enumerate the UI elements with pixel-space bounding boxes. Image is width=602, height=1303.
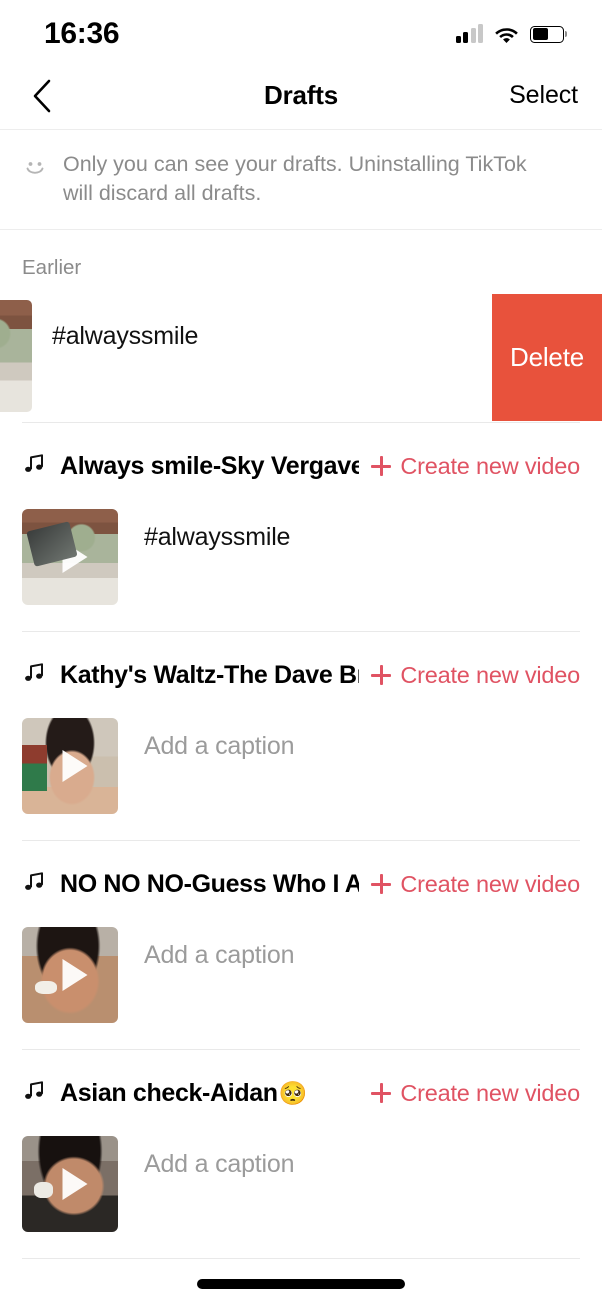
create-new-video-label: Create new video <box>400 1080 580 1107</box>
draft-group-header: Asian check-Aidan🥺 Create new video <box>0 1050 602 1114</box>
draft-caption: #alwayssmile <box>52 300 198 351</box>
caption-placeholder[interactable]: Add a caption <box>144 718 294 761</box>
home-indicator <box>197 1279 405 1289</box>
nav-bar: Drafts Select <box>0 62 602 130</box>
draft-group: Asian check-Aidan🥺 Create new video Add a … <box>0 1050 602 1258</box>
song-title-text: Asian check-Aidan <box>60 1079 278 1108</box>
song-title: Always smile-Sky Vergavera <box>60 452 359 481</box>
status-bar-time: 16:36 <box>44 17 119 51</box>
plus-icon <box>371 665 391 685</box>
drafts-info-text: Only you can see your drafts. Uninstalli… <box>63 150 533 207</box>
draft-group: Always smile-Sky Vergavera Create new vid… <box>0 423 602 631</box>
song-title: Kathy's Waltz-The Dave Brubec... <box>60 661 359 690</box>
create-new-video-label: Create new video <box>400 871 580 898</box>
draft-item[interactable]: Add a caption <box>0 696 602 840</box>
music-note-icon <box>22 1078 46 1107</box>
draft-thumbnail[interactable] <box>22 509 118 605</box>
draft-item[interactable]: #alwayssmile <box>0 487 602 631</box>
draft-caption[interactable]: #alwayssmile <box>144 509 290 552</box>
song-title-text: Always smile-Sky Vergavera <box>60 452 359 481</box>
music-note-icon <box>22 660 46 689</box>
create-new-video-button[interactable]: Create new video <box>359 871 580 898</box>
section-header-earlier: Earlier <box>0 230 602 294</box>
battery-icon <box>530 26 564 43</box>
draft-group: NO NO NO-Guess Who I Am Create new video A… <box>0 841 602 1049</box>
play-icon <box>63 959 88 991</box>
create-new-video-button[interactable]: Create new video <box>359 1080 580 1107</box>
draft-thumbnail[interactable] <box>22 927 118 1023</box>
play-icon <box>63 541 88 573</box>
draft-thumbnail[interactable] <box>0 300 32 412</box>
select-button[interactable]: Select <box>509 81 578 110</box>
song-title: Asian check-Aidan🥺 <box>60 1079 307 1108</box>
create-new-video-label: Create new video <box>400 453 580 480</box>
create-new-video-label: Create new video <box>400 662 580 689</box>
chevron-left-icon <box>32 79 52 113</box>
play-icon <box>63 750 88 782</box>
status-bar: 16:36 <box>0 0 602 62</box>
song-title-emoji: 🥺 <box>279 1080 307 1107</box>
plus-icon <box>371 456 391 476</box>
back-button[interactable] <box>20 74 64 118</box>
drafts-info-banner: Only you can see your drafts. Uninstalli… <box>0 130 602 230</box>
caption-placeholder[interactable]: Add a caption <box>144 1136 294 1179</box>
draft-group-header: Kathy's Waltz-The Dave Brubec... Create n… <box>0 632 602 696</box>
draft-thumbnail[interactable] <box>22 718 118 814</box>
draft-group-header: NO NO NO-Guess Who I Am Create new video <box>0 841 602 905</box>
music-note-icon <box>22 451 46 480</box>
delete-button[interactable]: Delete <box>492 294 602 421</box>
caption-placeholder[interactable]: Add a caption <box>144 927 294 970</box>
draft-group-header: Always smile-Sky Vergavera Create new vid… <box>0 423 602 487</box>
draft-item[interactable]: Add a caption <box>0 1114 602 1258</box>
plus-icon <box>371 874 391 894</box>
status-bar-indicators <box>456 25 565 44</box>
swiped-draft-row[interactable]: #alwayssmile Delete <box>0 294 602 422</box>
song-title-text: Kathy's Waltz-The Dave Brubec... <box>60 661 359 690</box>
music-note-icon <box>22 869 46 898</box>
draft-thumbnail[interactable] <box>22 1136 118 1232</box>
smiley-face-icon <box>22 156 48 187</box>
plus-icon <box>371 1083 391 1103</box>
song-title-text: NO NO NO-Guess Who I Am <box>60 870 359 899</box>
create-new-video-button[interactable]: Create new video <box>359 453 580 480</box>
draft-groups-list: Always smile-Sky Vergavera Create new vid… <box>0 423 602 1259</box>
create-new-video-button[interactable]: Create new video <box>359 662 580 689</box>
draft-group: Kathy's Waltz-The Dave Brubec... Create n… <box>0 632 602 840</box>
cellular-signal-icon <box>456 25 484 43</box>
song-title: NO NO NO-Guess Who I Am <box>60 870 359 899</box>
wifi-icon <box>494 25 519 44</box>
draft-item[interactable]: Add a caption <box>0 905 602 1049</box>
drafts-screen: 16:36 Drafts Select <box>0 0 602 1303</box>
play-icon <box>63 1168 88 1200</box>
